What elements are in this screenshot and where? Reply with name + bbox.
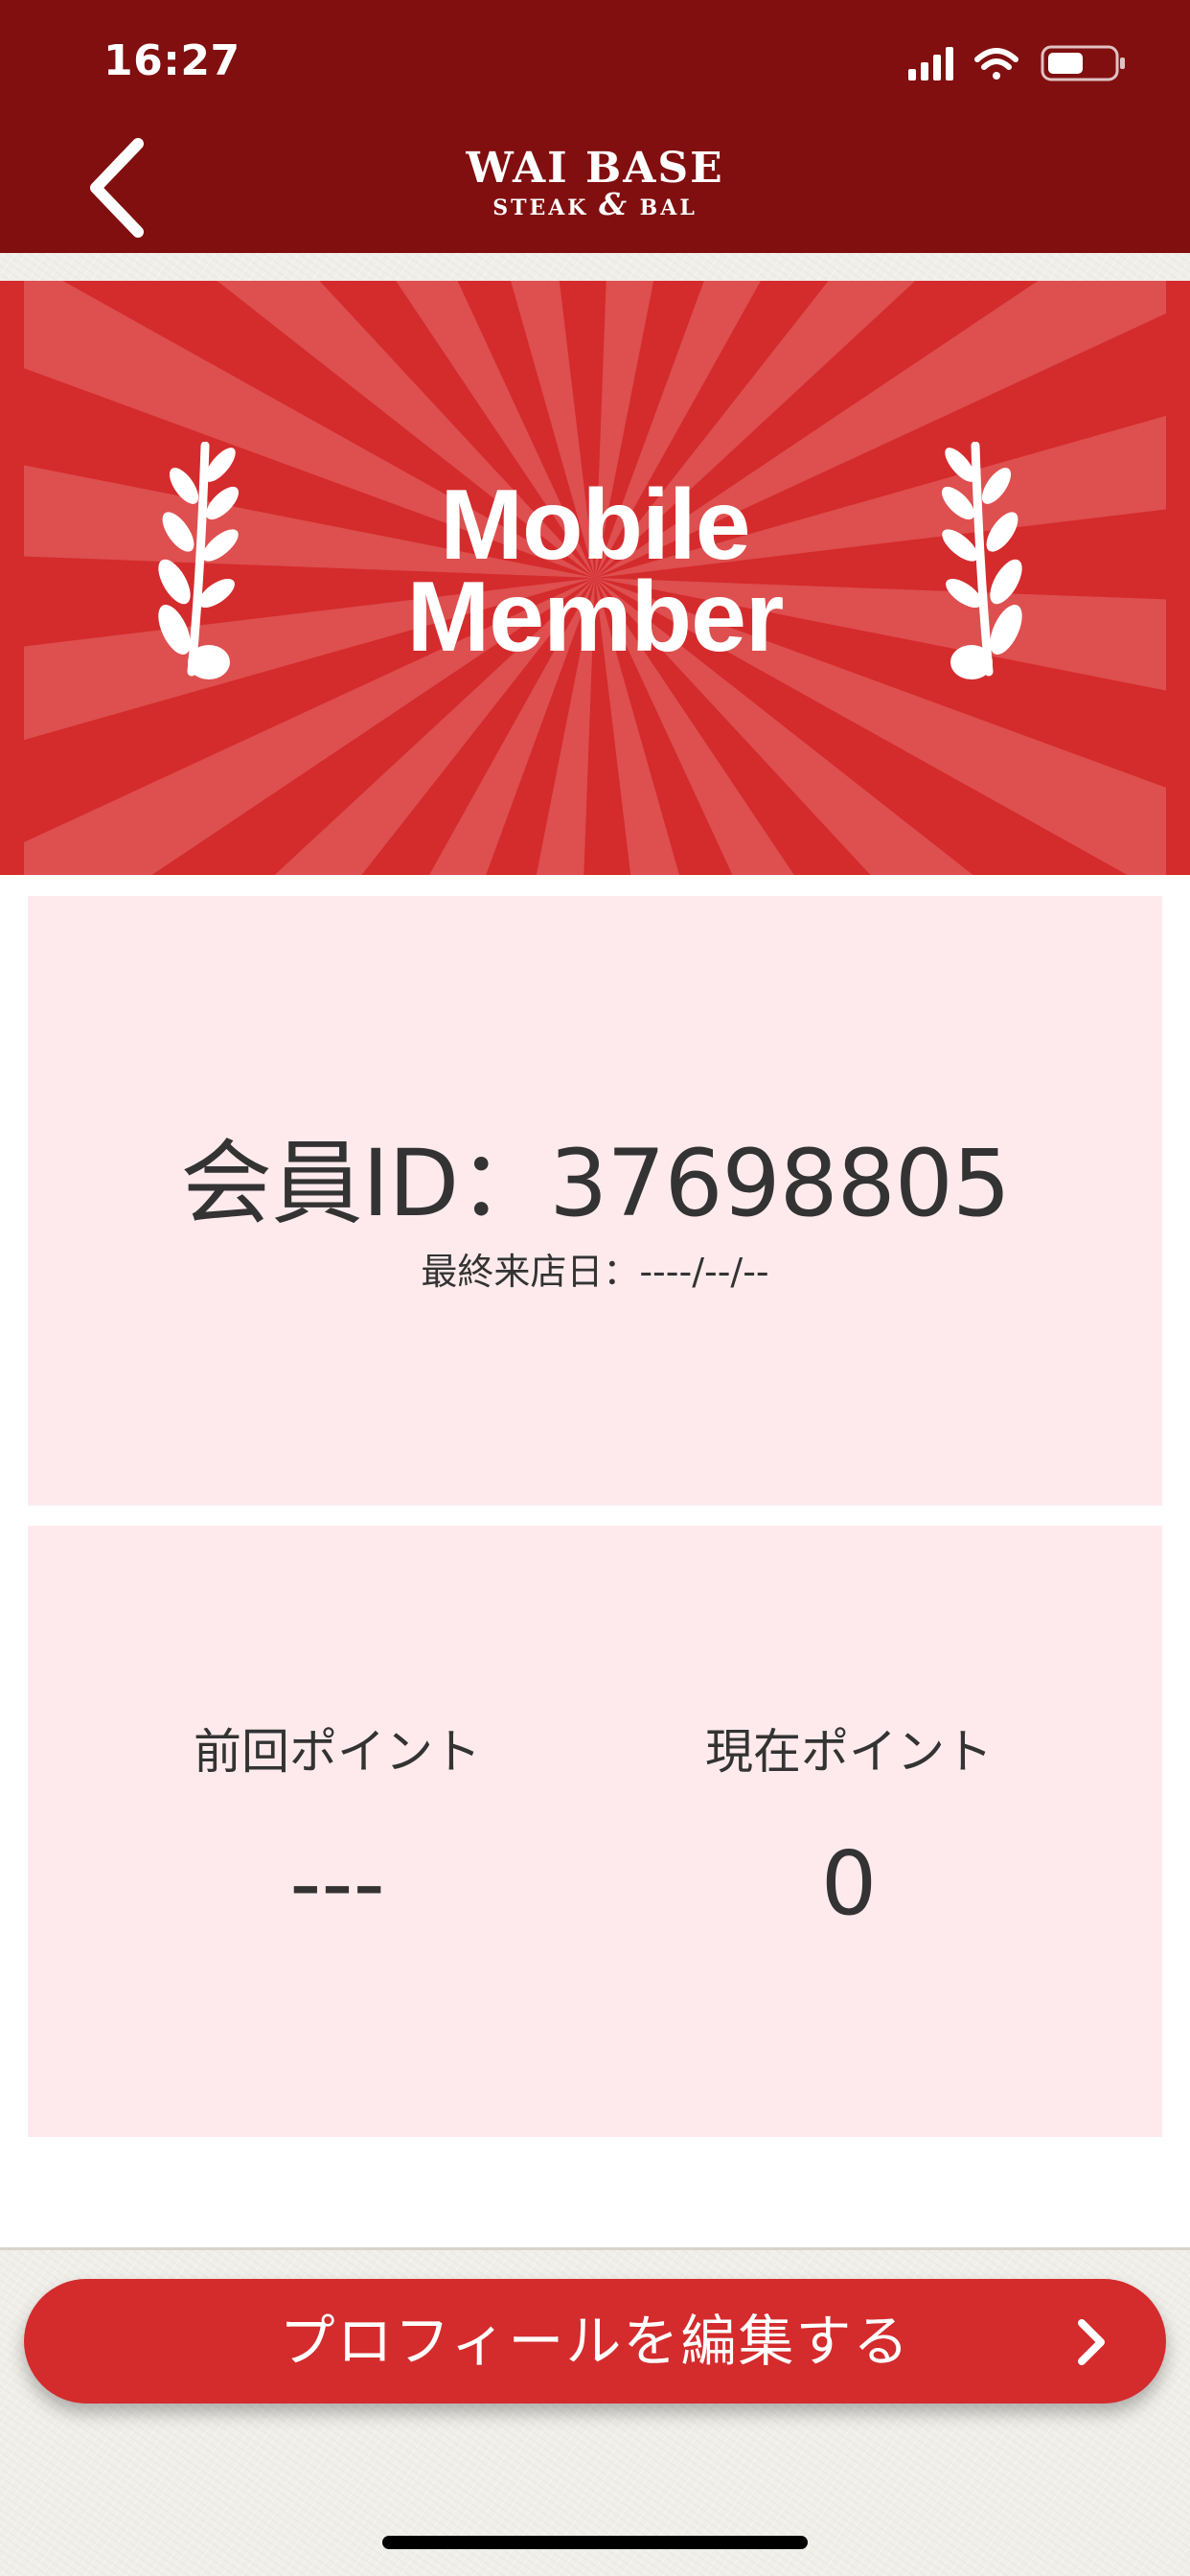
banner-title: Mobile Member: [308, 470, 882, 673]
logo-sub-text: STEAK & BAL: [403, 189, 787, 220]
laurel-right-icon: [941, 442, 1022, 679]
edit-profile-button[interactable]: プロフィールを編集する: [24, 2279, 1166, 2404]
home-indicator: [382, 2536, 808, 2549]
logo-sub-left: STEAK: [492, 196, 589, 220]
status-time: 16:27: [103, 36, 240, 85]
laurel-left-icon: [158, 442, 240, 679]
wifi-icon: [974, 48, 1018, 80]
status-icons: [908, 45, 1125, 81]
current-points-label: 現在ポイント: [705, 1724, 993, 1780]
banner-title-line2: Member: [406, 562, 785, 673]
chevron-right-icon: [1078, 2319, 1105, 2365]
signal-icon: [908, 47, 953, 80]
member-id-text: 会員ID：37698805: [180, 1130, 1011, 1237]
battery-icon: [1041, 45, 1125, 81]
brand-logo: WAI BASE STEAK & BAL: [403, 146, 787, 226]
chevron-left-icon: [90, 138, 144, 238]
banner-title-line1: Mobile: [440, 470, 750, 581]
header-bar: 16:27 WAI BASE STEAK & BAL: [0, 0, 1190, 253]
logo-main-text: WAI BASE: [466, 144, 724, 193]
current-points-value: 0: [820, 1832, 878, 1935]
last-visit-text: 最終来店日：----/--/--: [421, 1251, 769, 1293]
logo-sub-amp: &: [599, 186, 629, 222]
logo-sub-right: BAL: [639, 196, 698, 220]
back-button[interactable]: [69, 134, 155, 242]
edit-profile-label: プロフィールを編集する: [279, 2309, 911, 2374]
previous-points-value: ---: [289, 1832, 385, 1935]
previous-points-label: 前回ポイント: [194, 1724, 481, 1780]
